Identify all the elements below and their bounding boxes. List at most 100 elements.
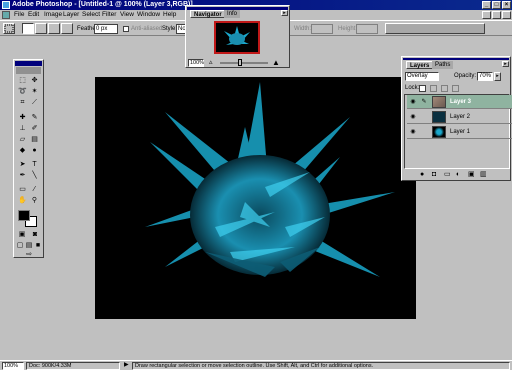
notes-tool-icon[interactable]: ▭ — [17, 185, 28, 195]
navigator-thumbnail[interactable] — [214, 21, 260, 54]
zoom-tool-icon[interactable]: ⚲ — [29, 196, 40, 206]
zoom-slider-track[interactable] — [220, 62, 268, 64]
subtract-selection-icon[interactable] — [48, 23, 60, 34]
active-brush-icon: ✎ — [421, 99, 427, 105]
tool-preset-icon[interactable] — [3, 23, 15, 34]
lock-transparency-checkbox[interactable] — [419, 85, 426, 92]
status-arrow-icon[interactable]: ▶ — [124, 361, 129, 370]
layer-mask-icon[interactable]: ◘ — [432, 171, 440, 179]
history-brush-tool-icon[interactable]: ✐ — [29, 124, 40, 134]
menu-edit[interactable]: Edit — [28, 10, 39, 20]
width-input[interactable] — [311, 24, 333, 34]
status-zoom-field[interactable]: 100% — [2, 362, 24, 370]
zoom-out-icon[interactable]: ▵ — [209, 59, 217, 67]
blend-mode-select[interactable]: Overlay — [405, 72, 439, 81]
layer-row-3[interactable]: ◉ ✎ Layer 3 — [407, 95, 512, 109]
brush-tool-icon[interactable]: ✎ — [29, 113, 40, 123]
close-button[interactable]: × — [502, 1, 511, 9]
layer-name: Layer 1 — [450, 129, 471, 135]
eraser-tool-icon[interactable]: ▱ — [17, 135, 28, 145]
standard-mode-icon[interactable]: ▣ — [17, 230, 27, 238]
layer-row-1[interactable]: ◉ Layer 1 — [407, 125, 512, 139]
visibility-eye-icon[interactable]: ◉ — [408, 112, 418, 122]
document-icon[interactable] — [2, 11, 10, 19]
new-set-icon[interactable]: ▭ — [444, 171, 452, 179]
quickmask-mode-icon[interactable]: ◙ — [30, 230, 40, 238]
gradient-tool-icon[interactable]: ▤ — [29, 135, 40, 145]
eyedropper-tool-icon[interactable]: ⁄ — [29, 185, 40, 195]
slice-tool-icon[interactable]: ⟋ — [29, 98, 40, 108]
layers-menu-icon[interactable]: ▸ — [502, 61, 509, 67]
screen-mode-standard-icon[interactable]: ▢ — [16, 241, 24, 249]
navigator-menu-icon[interactable]: ▸ — [281, 10, 288, 16]
navigator-zoom-field[interactable]: 100% — [188, 59, 204, 67]
lock-position-checkbox[interactable] — [441, 85, 448, 92]
magic-wand-tool-icon[interactable]: ✶ — [29, 87, 40, 97]
crop-tool-icon[interactable]: ⌗ — [17, 98, 28, 108]
visibility-eye-icon[interactable]: ◉ — [408, 127, 418, 137]
photoshop-app-icon[interactable] — [2, 1, 10, 9]
feather-input[interactable]: 0 px — [94, 24, 118, 34]
jump-to-imageready-icon[interactable]: ⇨ — [22, 250, 36, 258]
new-layer-icon[interactable]: ▣ — [468, 171, 476, 179]
foreground-color-swatch[interactable] — [18, 210, 30, 221]
toolbox-header[interactable] — [15, 61, 42, 66]
tab-paths[interactable]: Paths — [432, 61, 454, 69]
doc-restore-button[interactable] — [492, 11, 501, 19]
height-input[interactable] — [356, 24, 378, 34]
screen-mode-full-menu-icon[interactable]: ▤ — [25, 241, 33, 249]
palette-well[interactable] — [385, 23, 485, 34]
lasso-tool-icon[interactable]: ➰ — [17, 87, 28, 97]
status-bar: 100% Doc: 900K/4.33M ▶ Draw rectangular … — [0, 360, 512, 370]
lock-label: Lock: — [405, 85, 420, 91]
menu-help[interactable]: Help — [163, 10, 176, 20]
minimize-button[interactable]: _ — [482, 1, 491, 9]
opacity-arrow-icon[interactable]: ▸ — [494, 72, 501, 81]
doc-size-readout[interactable]: Doc: 900K/4.33M — [26, 362, 120, 370]
lock-all-checkbox[interactable] — [452, 85, 459, 92]
menu-window[interactable]: Window — [137, 10, 160, 20]
document-canvas[interactable] — [95, 77, 416, 319]
hand-tool-icon[interactable]: ✋ — [17, 196, 28, 206]
layer-style-icon[interactable]: ● — [420, 171, 428, 179]
antialiased-checkbox[interactable] — [123, 26, 129, 32]
intersect-selection-icon[interactable] — [61, 23, 73, 34]
doc-minimize-button[interactable] — [482, 11, 491, 19]
tab-navigator[interactable]: Navigator — [190, 10, 226, 18]
layer-row-2[interactable]: ◉ Layer 2 — [407, 110, 512, 124]
menu-view[interactable]: View — [120, 10, 134, 20]
zoom-in-icon[interactable]: ▲ — [272, 58, 282, 67]
menu-filter[interactable]: Filter — [102, 10, 116, 20]
tab-layers[interactable]: Layers — [406, 61, 434, 69]
opacity-input[interactable]: 70% — [477, 72, 493, 81]
trash-icon[interactable]: ▥ — [480, 171, 488, 179]
new-selection-icon[interactable] — [22, 23, 34, 34]
marquee-tool-icon[interactable]: ⬚ — [17, 76, 28, 86]
pen-tool-icon[interactable]: ✒ — [17, 171, 28, 181]
maximize-button[interactable]: □ — [492, 1, 501, 9]
add-selection-icon[interactable] — [35, 23, 47, 34]
zoom-slider-thumb[interactable] — [238, 59, 242, 66]
move-tool-icon[interactable]: ✥ — [29, 76, 40, 86]
height-label: Height: — [338, 26, 358, 32]
type-tool-icon[interactable]: T — [29, 160, 40, 170]
menu-layer[interactable]: Layer — [63, 10, 79, 20]
menu-select[interactable]: Select — [82, 10, 100, 20]
clone-stamp-tool-icon[interactable]: ⊥ — [17, 124, 28, 134]
doc-close-button[interactable] — [502, 11, 511, 19]
adjustment-layer-icon[interactable]: ◐ — [456, 171, 464, 179]
menu-file[interactable]: File — [14, 10, 24, 20]
visibility-eye-icon[interactable]: ◉ — [408, 97, 418, 107]
window-title: Adobe Photoshop - [Untitled-1 @ 100% (La… — [12, 1, 193, 8]
path-selection-tool-icon[interactable]: ➤ — [17, 160, 28, 170]
blur-tool-icon[interactable]: ◆ — [17, 146, 28, 156]
healing-brush-tool-icon[interactable]: ✚ — [17, 113, 28, 123]
tab-info[interactable]: Info — [224, 10, 241, 18]
layers-drag-bar[interactable] — [403, 58, 509, 60]
shape-tool-icon[interactable]: ╲ — [29, 171, 40, 181]
dodge-tool-icon[interactable]: ● — [29, 146, 40, 156]
screen-mode-full-icon[interactable]: ■ — [34, 241, 42, 249]
menu-image[interactable]: Image — [44, 10, 62, 20]
lock-image-checkbox[interactable] — [430, 85, 437, 92]
style-label: Style: — [162, 26, 178, 32]
